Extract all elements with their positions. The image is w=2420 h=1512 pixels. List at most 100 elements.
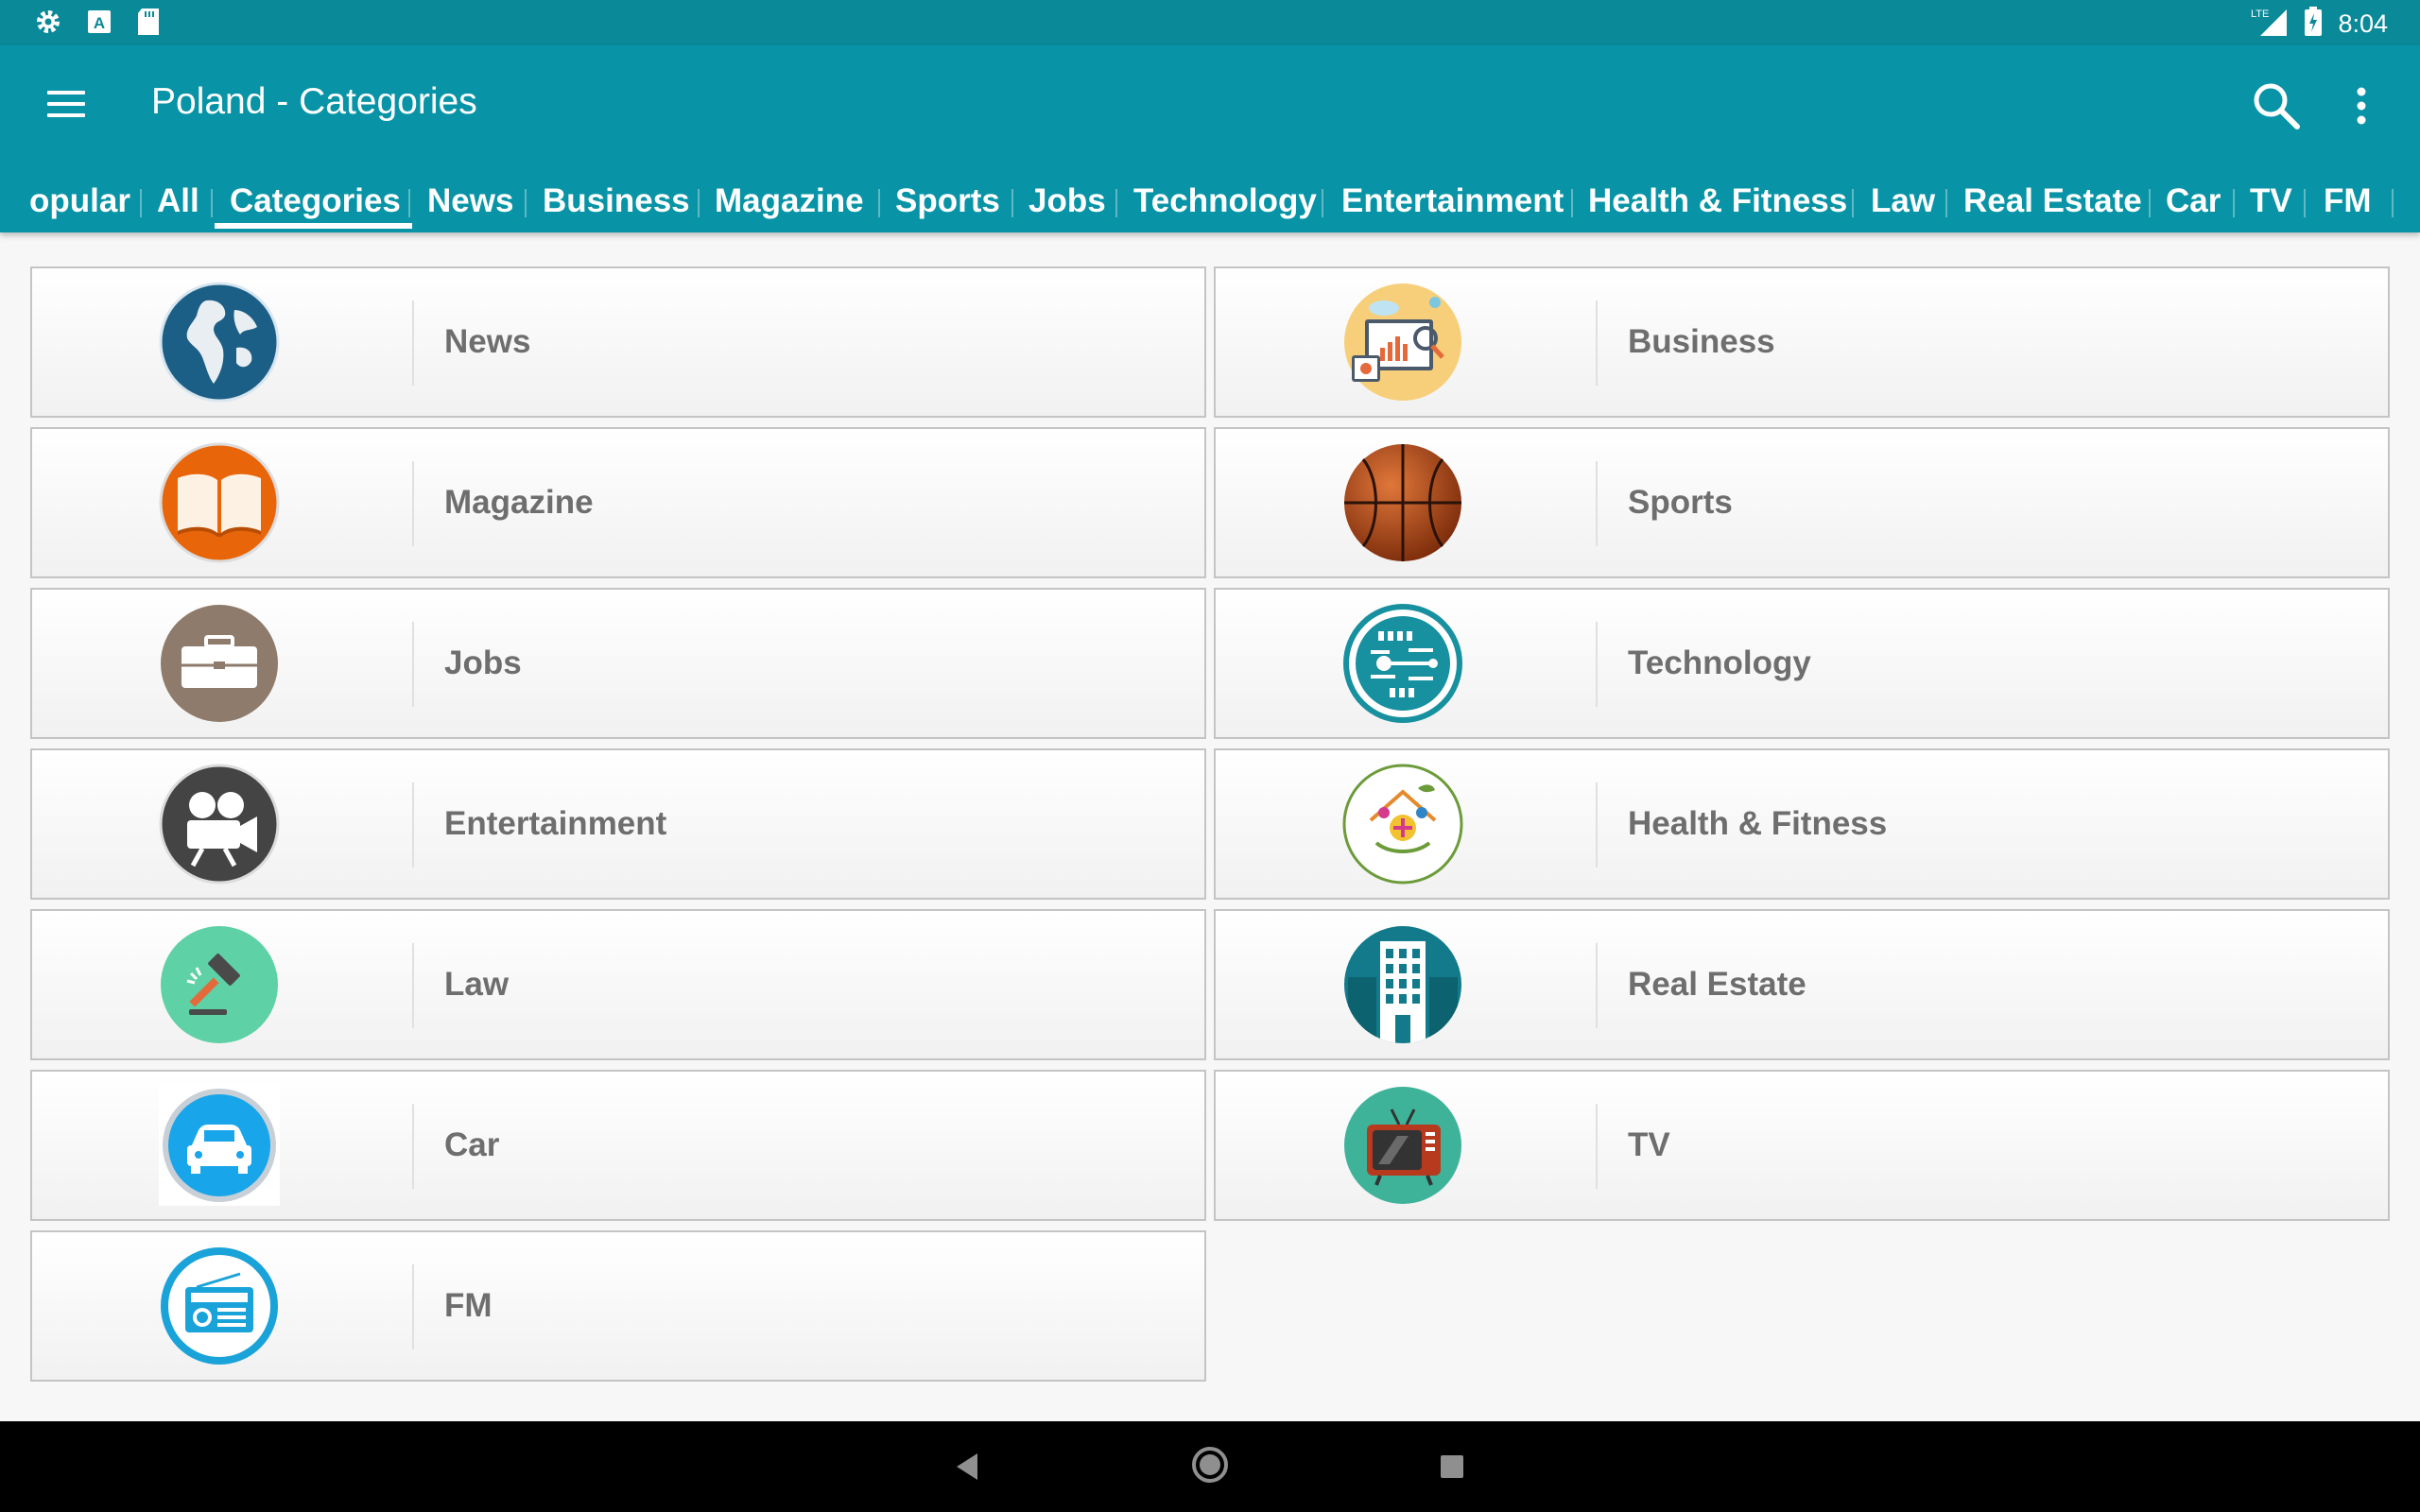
tab-divider (140, 189, 142, 217)
category-label: Entertainment (444, 805, 667, 842)
home-circle-icon (1192, 1447, 1228, 1483)
tab-divider (2392, 189, 2394, 217)
tab-divider (211, 189, 213, 217)
page-title: Poland - Categories (151, 81, 477, 122)
category-card-business[interactable]: Business (1214, 266, 2390, 418)
business-chart-icon (1342, 282, 1463, 403)
card-divider (1596, 782, 1598, 868)
card-divider (412, 782, 414, 868)
svg-text:A: A (94, 14, 105, 32)
movie-camera-icon (159, 764, 280, 885)
recents-square-icon (1441, 1455, 1463, 1478)
status-time: 8:04 (2338, 9, 2388, 38)
tab-divider (1011, 189, 1013, 217)
search-button[interactable] (2250, 79, 2303, 132)
tab-divider (1571, 189, 1573, 217)
tab-divider (2149, 189, 2151, 217)
briefcase-icon (159, 603, 280, 724)
category-label: Health & Fitness (1628, 805, 1888, 842)
app-bar: Poland - Categories opular All Categorie… (0, 45, 2420, 232)
more-options-button[interactable] (2344, 79, 2378, 132)
card-divider (412, 1264, 414, 1349)
tab-divider (408, 189, 410, 217)
tab-divider (1945, 189, 1947, 217)
category-label: Law (444, 966, 510, 1003)
tab-sports[interactable]: Sports (895, 176, 1000, 232)
category-card-tv[interactable]: TV (1214, 1070, 2390, 1221)
category-label: Magazine (444, 484, 594, 521)
health-icon (1342, 764, 1463, 885)
system-nav-bar (0, 1421, 2420, 1512)
tab-magazine[interactable]: Magazine (715, 176, 864, 232)
category-card-fm[interactable]: FM (30, 1230, 1206, 1382)
category-card-real-estate[interactable]: Real Estate (1214, 909, 2390, 1060)
back-button[interactable] (949, 1448, 987, 1486)
tab-news[interactable]: News (427, 176, 513, 232)
tab-technology[interactable]: Technology (1133, 176, 1317, 232)
card-divider (412, 301, 414, 386)
tab-divider (1115, 189, 1117, 217)
card-divider (412, 1104, 414, 1189)
category-label: Jobs (444, 644, 522, 681)
tab-real-estate[interactable]: Real Estate (1963, 176, 2142, 232)
home-button[interactable] (1191, 1446, 1229, 1484)
more-vert-icon (2357, 87, 2366, 125)
tab-divider (1852, 189, 1854, 217)
tab-divider (2233, 189, 2235, 217)
category-card-sports[interactable]: Sports (1214, 427, 2390, 578)
card-divider (1596, 301, 1598, 386)
tab-entertainment[interactable]: Entertainment (1341, 176, 1564, 232)
tab-divider (698, 189, 700, 217)
tab-car[interactable]: Car (2166, 176, 2221, 232)
card-divider (1596, 1104, 1598, 1189)
tab-jobs[interactable]: Jobs (1028, 176, 1106, 232)
recents-button[interactable] (1433, 1448, 1471, 1486)
svg-text:LTE: LTE (2251, 9, 2269, 20)
hamburger-menu-line (47, 102, 85, 106)
battery-icon (2304, 7, 2323, 42)
category-card-news[interactable]: News (30, 266, 1206, 418)
category-label: Car (444, 1126, 500, 1163)
category-card-jobs[interactable]: Jobs (30, 588, 1206, 739)
tab-fm[interactable]: FM (2324, 176, 2372, 232)
card-divider (412, 622, 414, 707)
tab-popular[interactable]: opular (29, 176, 130, 232)
sd-card-icon (136, 8, 161, 41)
card-divider (1596, 943, 1598, 1028)
category-card-car[interactable]: Car (30, 1070, 1206, 1221)
tab-law[interactable]: Law (1871, 176, 1935, 232)
globe-icon (159, 282, 280, 403)
category-card-magazine[interactable]: Magazine (30, 427, 1206, 578)
settings-icon (34, 8, 62, 41)
category-grid: News Business Magazine Sports Jobs Techn… (0, 232, 2420, 1421)
category-label: Real Estate (1628, 966, 1806, 1003)
hamburger-menu-line (47, 113, 85, 117)
tab-all[interactable]: All (157, 176, 199, 232)
card-divider (412, 943, 414, 1028)
category-card-law[interactable]: Law (30, 909, 1206, 1060)
tab-business[interactable]: Business (543, 176, 690, 232)
a-letter-icon: A (87, 9, 112, 39)
category-label: FM (444, 1287, 493, 1324)
tab-tv[interactable]: TV (2250, 176, 2292, 232)
card-divider (412, 461, 414, 546)
car-icon (159, 1085, 280, 1206)
retro-tv-icon (1342, 1085, 1463, 1206)
category-card-entertainment[interactable]: Entertainment (30, 748, 1206, 900)
card-divider (1596, 622, 1598, 707)
category-label: Sports (1628, 484, 1733, 521)
status-bar: A LTE 8:04 (0, 0, 2420, 45)
category-label: News (444, 323, 531, 360)
search-icon (2254, 83, 2300, 129)
tab-divider (878, 189, 880, 217)
tab-divider (2304, 189, 2306, 217)
hamburger-menu-icon (47, 91, 85, 94)
tab-health-fitness[interactable]: Health & Fitness (1588, 176, 1847, 232)
category-label: Business (1628, 323, 1775, 360)
category-label: Technology (1628, 644, 1811, 681)
menu-button[interactable] (47, 87, 89, 121)
category-label: TV (1628, 1126, 1670, 1163)
tab-divider (525, 189, 527, 217)
category-card-technology[interactable]: Technology (1214, 588, 2390, 739)
category-card-health-fitness[interactable]: Health & Fitness (1214, 748, 2390, 900)
